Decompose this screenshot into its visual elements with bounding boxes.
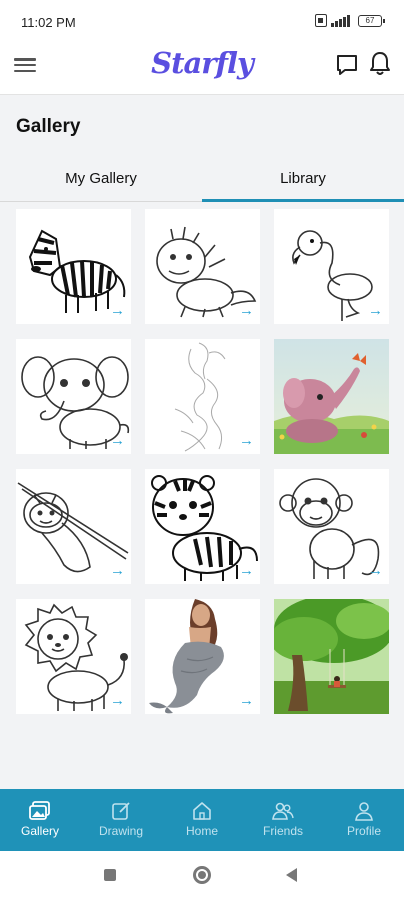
nav-home[interactable]: Home xyxy=(162,789,242,851)
app-header: Starfly xyxy=(0,44,404,94)
nav-profile-label: Profile xyxy=(346,824,381,838)
open-arrow-icon: → xyxy=(239,432,254,449)
nav-drawing[interactable]: Drawing xyxy=(81,789,161,851)
nav-profile[interactable]: Profile xyxy=(324,789,404,851)
nav-gallery[interactable]: Gallery xyxy=(0,789,80,851)
gallery-icon xyxy=(29,801,50,820)
drawing-icon xyxy=(112,802,130,820)
page-title: Gallery xyxy=(16,116,81,137)
gallery-card-tiger[interactable]: → xyxy=(145,469,260,584)
home-icon xyxy=(193,802,211,820)
open-arrow-icon: → xyxy=(110,692,125,709)
open-arrow-icon: → xyxy=(110,302,125,319)
signal-icon xyxy=(331,14,350,27)
nav-friends-label: Friends xyxy=(262,824,303,838)
nav-gallery-label: Gallery xyxy=(20,824,59,838)
open-arrow-icon: → xyxy=(368,562,383,579)
profile-icon xyxy=(355,802,373,821)
open-arrow-icon: → xyxy=(368,302,383,319)
gallery-card-dinosaur[interactable]: → xyxy=(145,209,260,324)
sim-icon xyxy=(315,14,327,27)
tab-my-gallery[interactable]: My Gallery xyxy=(0,162,202,202)
header-divider xyxy=(0,94,404,95)
gallery-card-tree-swing[interactable] xyxy=(274,599,389,714)
gallery-grid: → → → → → → → → → → xyxy=(16,209,391,714)
friends-icon xyxy=(272,802,294,820)
back-button-icon[interactable] xyxy=(286,868,297,882)
bell-icon[interactable] xyxy=(368,50,392,78)
status-icons: 67 xyxy=(315,14,385,27)
chat-bubble-icon[interactable] xyxy=(334,52,360,78)
tree-swing-image xyxy=(274,599,389,714)
status-time: 11:02 PM xyxy=(21,15,76,30)
home-button-icon[interactable] xyxy=(193,866,211,884)
gallery-card-flamingo[interactable]: → xyxy=(274,209,389,324)
battery-icon: 67 xyxy=(358,14,385,27)
open-arrow-icon: → xyxy=(239,562,254,579)
nav-friends[interactable]: Friends xyxy=(243,789,323,851)
gallery-card-lion[interactable]: → xyxy=(16,599,131,714)
open-arrow-icon: → xyxy=(239,692,254,709)
gallery-tabs: My Gallery Library xyxy=(0,162,404,202)
system-nav-bar xyxy=(0,851,404,900)
active-tab-indicator xyxy=(202,199,404,202)
gallery-card-woman-sketch[interactable]: → xyxy=(145,339,260,454)
gallery-card-elephant-color[interactable] xyxy=(274,339,389,454)
open-arrow-icon: → xyxy=(110,432,125,449)
gallery-card-elephant[interactable]: → xyxy=(16,339,131,454)
gallery-card-sloth[interactable]: → xyxy=(16,469,131,584)
recents-button-icon[interactable] xyxy=(104,869,116,881)
tab-library[interactable]: Library xyxy=(202,162,404,202)
gallery-card-monkey[interactable]: → xyxy=(274,469,389,584)
elephant-color-image xyxy=(274,339,389,454)
gallery-card-zebra[interactable]: → xyxy=(16,209,131,324)
nav-drawing-label: Drawing xyxy=(98,824,143,838)
bottom-nav: Gallery Drawing Home Friends Profile xyxy=(0,789,404,851)
nav-home-label: Home xyxy=(185,824,218,838)
open-arrow-icon: → xyxy=(239,302,254,319)
gallery-card-mermaid[interactable]: → xyxy=(145,599,260,714)
open-arrow-icon: → xyxy=(110,562,125,579)
status-bar: 11:02 PM 67 xyxy=(0,0,404,44)
